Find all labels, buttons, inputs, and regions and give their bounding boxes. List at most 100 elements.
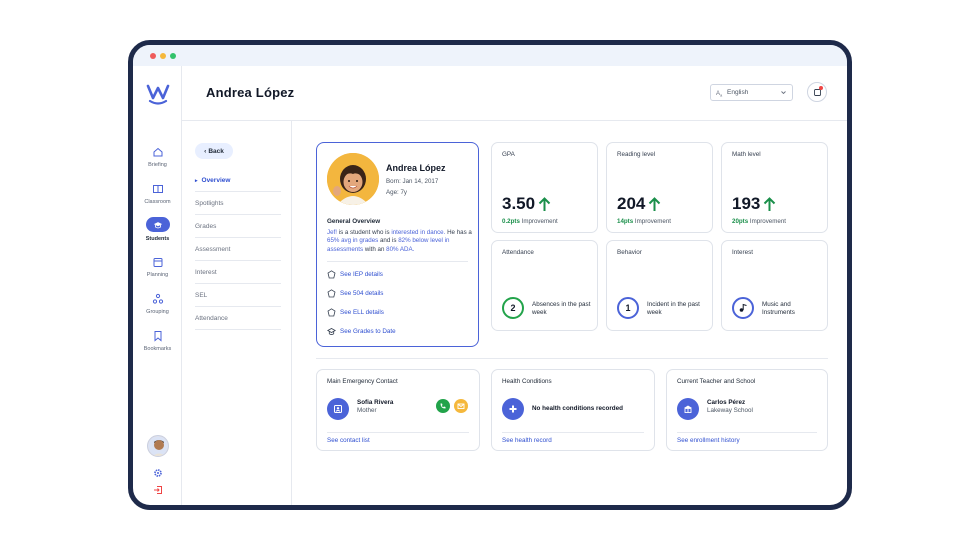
student-photo <box>327 153 379 205</box>
subnav-item-assessment[interactable]: Assessment <box>195 239 281 261</box>
behavior-card[interactable]: Behavior 1 Incident in the past week <box>606 240 713 331</box>
app-logo-icon[interactable] <box>145 80 171 106</box>
math-delta-suffix: Improvement <box>748 218 786 225</box>
gpa-delta-suffix: Improvement <box>519 218 558 225</box>
ell-details-link[interactable]: See ELL details <box>327 308 384 317</box>
sidebar-item-planning[interactable]: Planning <box>133 256 182 278</box>
close-window-button[interactable] <box>150 53 156 59</box>
student-subnav: ‹ Back ▸ Overview Spotlights Grades Asse… <box>182 121 292 505</box>
enrollment-history-link[interactable]: See enrollment history <box>677 437 740 444</box>
call-button[interactable] <box>436 399 450 413</box>
math-delta: 20pts <box>732 218 749 225</box>
arrow-up-icon <box>538 196 551 211</box>
sidebar: Briefing Classroom Students Planning Gro… <box>133 66 182 505</box>
interest-text: Music and Instruments <box>762 301 795 316</box>
teacher-school-label: Current Teacher and School <box>677 378 756 385</box>
gpa-value: 3.50 <box>502 194 536 213</box>
school-name: Lakeway School <box>707 407 753 414</box>
subnav-item-spotlights[interactable]: Spotlights <box>195 193 281 215</box>
behavior-count-ring: 1 <box>617 297 639 319</box>
grades-to-date-link[interactable]: See Grades to Date <box>327 327 396 336</box>
reading-delta: 14pts <box>617 218 634 225</box>
link-label: See IEP details <box>340 271 383 278</box>
behavior-label: Behavior <box>617 249 642 256</box>
attendance-label: Attendance <box>502 249 534 256</box>
subnav-item-label: Grades <box>195 223 217 230</box>
health-record-link[interactable]: See health record <box>502 437 552 444</box>
sidebar-item-classroom[interactable]: Classroom <box>133 183 182 205</box>
subnav-item-grades[interactable]: Grades <box>195 216 281 238</box>
calendar-icon <box>153 258 162 267</box>
language-select[interactable]: Aa English <box>710 84 793 101</box>
sidebar-item-label: Classroom <box>144 199 171 205</box>
subnav-item-label: Spotlights <box>195 200 224 207</box>
health-conditions-label: Health Conditions <box>502 378 552 385</box>
subnav-item-label: SEL <box>195 292 208 299</box>
interest-label: Interest <box>732 249 753 256</box>
iep-details-link[interactable]: See IEP details <box>327 270 383 279</box>
subnav-item-interest[interactable]: Interest <box>195 262 281 284</box>
subnav-item-label: Overview <box>201 177 231 184</box>
student-birthdate: Born: Jan 14, 2017 <box>386 178 439 185</box>
school-icon <box>677 398 699 420</box>
music-note-icon <box>732 297 754 319</box>
contact-name: Sofia Rivera <box>357 399 394 406</box>
sidebar-item-students[interactable]: Students <box>133 217 182 242</box>
gear-icon[interactable] <box>153 468 163 478</box>
card-divider <box>327 432 469 433</box>
subnav-item-label: Attendance <box>195 315 228 322</box>
app-window: Briefing Classroom Students Planning Gro… <box>128 40 852 510</box>
math-improvement: 20pts Improvement <box>732 218 786 225</box>
subnav-item-attendance[interactable]: Attendance <box>195 308 281 330</box>
general-overview-text: Jef! is a student who is interested in d… <box>327 229 472 254</box>
math-level-card[interactable]: Math level 193 20pts Improvement <box>721 142 828 233</box>
health-plus-icon <box>502 398 524 420</box>
page-header: Andrea López Aa English <box>182 66 847 121</box>
subnav-item-sel[interactable]: SEL <box>195 285 281 307</box>
back-button[interactable]: ‹ Back <box>195 143 233 159</box>
subnav-item-overview[interactable]: ▸ Overview <box>195 170 281 192</box>
sidebar-item-label: Planning <box>146 272 169 278</box>
attendance-card[interactable]: Attendance 2 Absences in the past week <box>491 240 598 331</box>
sidebar-item-label: Bookmarks <box>143 346 172 352</box>
maximize-window-button[interactable] <box>170 53 176 59</box>
school-building-glyph <box>684 405 692 413</box>
emergency-contact-label: Main Emergency Contact <box>327 378 398 385</box>
overview-ada-highlight: 80% ADA. <box>386 245 415 253</box>
reading-level-label: Reading level <box>617 151 656 158</box>
students-icon <box>153 221 162 228</box>
sidebar-item-bookmarks[interactable]: Bookmarks <box>133 330 182 352</box>
subnav-item-label: Interest <box>195 269 217 276</box>
student-name: Andrea López <box>386 163 446 173</box>
arrow-up-icon <box>649 196 661 211</box>
user-avatar-image <box>148 436 168 456</box>
link-label: See 504 details <box>340 290 384 297</box>
arrow-up-icon <box>764 196 776 211</box>
overview-text-segment: and is <box>378 237 399 245</box>
sidebar-item-label: Grouping <box>146 309 169 315</box>
contact-list-link[interactable]: See contact list <box>327 437 370 444</box>
user-avatar[interactable] <box>147 435 169 457</box>
gpa-card[interactable]: GPA 3.50 0.2pts Improvement <box>491 142 598 233</box>
sidebar-item-briefing[interactable]: Briefing <box>133 146 182 168</box>
reading-level-card[interactable]: Reading level 204 14pts Improvement <box>606 142 713 233</box>
sidebar-item-grouping[interactable]: Grouping <box>133 293 182 315</box>
504-details-link[interactable]: See 504 details <box>327 289 383 298</box>
logout-icon[interactable] <box>153 485 163 495</box>
reading-level-value: 204 <box>617 194 646 213</box>
minimize-window-button[interactable] <box>160 53 166 59</box>
email-button[interactable] <box>454 399 468 413</box>
overview-text-segment: He has a <box>445 229 472 236</box>
teacher-school-card: Current Teacher and School Carlos Pérez … <box>666 369 828 451</box>
phone-icon <box>440 403 446 409</box>
gpa-label: GPA <box>502 151 515 158</box>
translate-icon: Aa <box>716 91 723 97</box>
section-divider <box>316 358 828 359</box>
language-value: English <box>727 89 749 96</box>
back-label: Back <box>208 147 224 155</box>
sidebar-item-label: Students <box>145 236 170 242</box>
gpa-value-row: 3.50 <box>502 194 551 214</box>
notifications-button[interactable] <box>807 82 827 102</box>
chevron-down-icon <box>781 91 786 95</box>
interest-card[interactable]: Interest Music and Instruments <box>721 240 828 331</box>
